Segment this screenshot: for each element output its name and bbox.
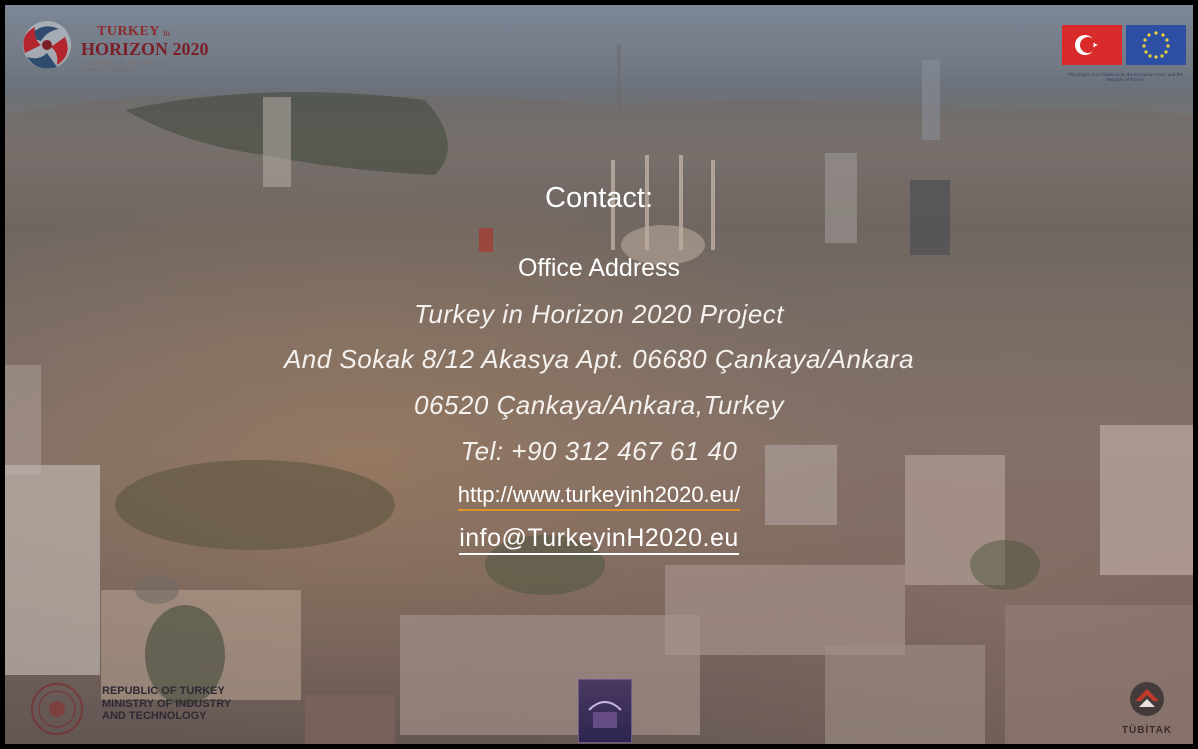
tubitak-logo: TÜBİTAK <box>1117 677 1177 739</box>
horizon-swirl-icon <box>23 21 71 69</box>
address-line-1: And Sokak 8/12 Akasya Apt. 06680 Çankaya… <box>283 344 915 374</box>
ministry-line-1: REPUBLIC OF TURKEY <box>102 685 225 697</box>
ministry-text: REPUBLIC OF TURKEY MINISTRY OF INDUSTRY … <box>102 685 231 723</box>
eu-turkey-flags: This project is co-financed by the Europ… <box>1062 19 1188 93</box>
email-link[interactable]: info@TurkeyinH2020.eu <box>459 523 739 555</box>
website-link[interactable]: http://www.turkeyinh2020.eu/ <box>457 482 741 511</box>
center-emblem <box>578 679 632 743</box>
ministry-line-2: MINISTRY OF INDUSTRY <box>102 697 232 710</box>
address-line-2: 06520 Çankaya/Ankara,Turkey <box>414 390 784 420</box>
horizon-logo-turkey: TURKEY <box>97 24 160 39</box>
ministry-logo: REPUBLIC OF TURKEY MINISTRY OF INDUSTRY … <box>27 681 257 737</box>
office-address-heading: Office Address <box>517 254 681 282</box>
horizon-logo-tagline: COOPERATION, INNOVATION, COMPETITIVENESS <box>81 61 167 73</box>
ministry-seal-icon <box>31 683 83 735</box>
project-name: Turkey in Horizon 2020 Project <box>413 299 784 329</box>
ministry-line-3: AND TECHNOLOGY <box>102 710 207 722</box>
turkey-horizon2020-logo: TURKEY in HORIZON 2020 COOPERATION, INNO… <box>17 17 217 73</box>
eu-cofinance-caption: This project is co-financed by the Europ… <box>1067 72 1183 82</box>
tubitak-emblem-icon <box>1130 682 1164 716</box>
contact-title: Contact: <box>545 182 653 214</box>
contact-block: Contact: Office Address Turkey in Horizo… <box>5 175 1193 555</box>
horizon-logo-main: HORIZON 2020 <box>81 39 209 59</box>
emblem-icon <box>588 701 622 728</box>
horizon-logo-in: in <box>163 28 171 38</box>
flags-icon <box>1062 25 1186 65</box>
telephone: Tel: +90 312 467 61 40 <box>460 436 738 466</box>
tubitak-label: TÜBİTAK <box>1121 725 1173 736</box>
slide: TURKEY in HORIZON 2020 COOPERATION, INNO… <box>5 5 1193 744</box>
